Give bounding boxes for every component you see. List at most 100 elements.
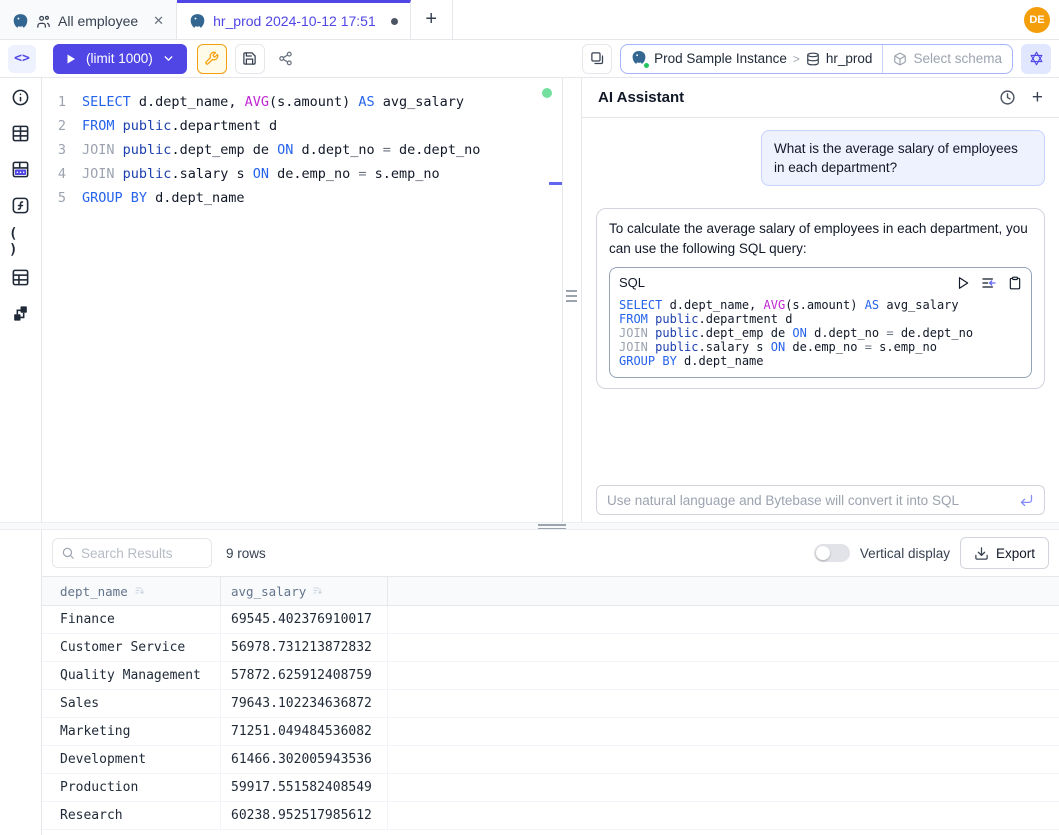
horizontal-splitter[interactable] — [0, 522, 1059, 530]
panel-title: AI Assistant — [598, 89, 684, 106]
sort-icon[interactable] — [312, 585, 324, 597]
table-row[interactable]: Sales79643.102234636872 — [42, 690, 1059, 718]
sort-icon[interactable] — [134, 585, 146, 597]
column-label: dept_name — [60, 584, 128, 599]
user-avatar[interactable]: DE — [1024, 7, 1050, 33]
overview-ruler-marker — [549, 182, 562, 185]
play-icon — [65, 53, 77, 65]
export-button[interactable]: Export — [960, 537, 1049, 569]
database-icon — [806, 52, 820, 66]
table-row[interactable]: Production59917.551582408549 — [42, 774, 1059, 802]
run-button-label: (limit 1000) — [86, 51, 153, 66]
code-line: SELECT d.dept_name, AVG(s.amount) AS avg… — [619, 298, 1022, 312]
editor-toolbar: <> (limit 1000) — [0, 40, 1059, 78]
table-row[interactable]: Quality Management57872.625912408759 — [42, 662, 1059, 690]
new-tab-button[interactable]: + — [411, 0, 453, 39]
code-line: 1SELECT d.dept_name, AVG(s.amount) AS av… — [42, 90, 562, 114]
ai-assistant-header: AI Assistant + — [582, 78, 1059, 118]
share-icon — [278, 51, 293, 66]
functions-icon[interactable] — [9, 194, 32, 217]
external-tables-icon[interactable] — [9, 266, 32, 289]
tab-hr-prod[interactable]: hr_prod 2024-10-12 17:51 — [177, 0, 411, 39]
history-clock-icon[interactable] — [999, 89, 1016, 106]
code-line: JOIN public.dept_emp de ON d.dept_no = d… — [619, 326, 1022, 340]
copy-icon[interactable] — [1008, 276, 1022, 290]
code-line: FROM public.department d — [619, 312, 1022, 326]
column-header-avg-salary[interactable]: avg_salary — [221, 577, 388, 605]
select-connection-button[interactable] — [582, 44, 612, 74]
vertical-display-label: Vertical display — [860, 546, 950, 561]
instance-name: Prod Sample Instance — [654, 51, 787, 66]
rail-spacer — [0, 530, 42, 835]
close-tab-icon[interactable]: ✕ — [153, 13, 164, 29]
query-status-dot — [542, 88, 552, 98]
connection-pill: Prod Sample Instance > hr_prod Select sc… — [620, 44, 1013, 74]
result-grid: dept_name avg_salary Finance69545.402376… — [42, 576, 1059, 835]
vertical-splitter[interactable] — [563, 78, 581, 522]
sample-data-icon[interactable] — [9, 158, 32, 181]
code-line: 3JOIN public.dept_emp de ON d.dept_no = … — [42, 138, 562, 162]
connection-database-selector[interactable]: Prod Sample Instance > hr_prod — [621, 45, 882, 73]
export-label: Export — [996, 546, 1035, 561]
tab-bar: All employee ✕ hr_prod 2024-10-12 17:51 … — [0, 0, 1059, 40]
ai-assistant-panel: AI Assistant + What is the average salar… — [581, 78, 1059, 522]
tables-icon[interactable] — [9, 122, 32, 145]
admin-wrench-button[interactable] — [197, 44, 227, 74]
code-language-label: SQL — [619, 273, 645, 293]
code-line: JOIN public.salary s ON de.emp_no = s.em… — [619, 340, 1022, 354]
run-code-icon[interactable] — [956, 276, 970, 290]
chevron-down-icon[interactable] — [162, 52, 175, 65]
ai-assistant-toggle-button[interactable] — [1021, 44, 1051, 74]
tab-label: hr_prod 2024-10-12 17:51 — [213, 13, 376, 29]
insert-into-editor-icon[interactable] — [981, 275, 997, 291]
save-icon — [242, 51, 257, 66]
table-row[interactable]: Development61466.302005943536 — [42, 746, 1059, 774]
column-header-dept-name[interactable]: dept_name — [42, 577, 221, 605]
share-button[interactable] — [271, 44, 301, 74]
bytebase-sql-editor: All employee ✕ hr_prod 2024-10-12 17:51 … — [0, 0, 1059, 835]
chat-messages: What is the average salary of employees … — [582, 118, 1059, 522]
code-panel-toggle-button[interactable]: <> — [8, 45, 36, 73]
table-row[interactable]: Customer Service56978.731213872832 — [42, 634, 1059, 662]
assistant-message-bubble: To calculate the average salary of emplo… — [596, 208, 1045, 389]
splitter-drag-handle[interactable] — [566, 290, 577, 302]
schema-placeholder: Select schema — [913, 51, 1002, 66]
schema-selector[interactable]: Select schema — [882, 45, 1012, 73]
ai-prompt-input[interactable] — [607, 493, 1011, 508]
search-results-box — [52, 538, 212, 568]
code-block-lines: SELECT d.dept_name, AVG(s.amount) AS avg… — [610, 295, 1031, 377]
code-line: 5GROUP BY d.dept_name — [42, 186, 562, 210]
vertical-display-toggle[interactable] — [814, 544, 850, 562]
submit-return-icon[interactable] — [1019, 493, 1034, 508]
search-results-input[interactable] — [81, 546, 203, 561]
save-sheet-button[interactable] — [235, 44, 265, 74]
tab-all-employee[interactable]: All employee ✕ — [0, 0, 177, 39]
connection-switch-icon — [590, 51, 605, 66]
info-icon[interactable] — [9, 86, 32, 109]
result-rows: Finance69545.402376910017Customer Servic… — [42, 606, 1059, 830]
table-row[interactable]: Finance69545.402376910017 — [42, 606, 1059, 634]
results-panel: 9 rows Vertical display Export dept_name — [0, 530, 1059, 835]
table-row[interactable]: Research60238.952517985612 — [42, 802, 1059, 830]
search-icon — [61, 546, 75, 560]
code-line: 2FROM public.department d — [42, 114, 562, 138]
result-grid-header: dept_name avg_salary — [42, 576, 1059, 606]
results-toolbar: 9 rows Vertical display Export — [42, 530, 1059, 576]
new-chat-icon[interactable]: + — [1032, 88, 1043, 107]
schema-diagram-icon[interactable] — [9, 302, 32, 325]
toolbar-right-group: Prod Sample Instance > hr_prod Select sc… — [574, 44, 1051, 74]
unsaved-dot — [391, 18, 398, 25]
table-row[interactable]: Marketing71251.049484536082 — [42, 718, 1059, 746]
run-query-button[interactable]: (limit 1000) — [53, 44, 187, 74]
postgres-icon — [631, 50, 648, 67]
code-line: 4JOIN public.salary s ON de.emp_no = s.e… — [42, 162, 562, 186]
postgres-icon — [189, 13, 206, 30]
sql-editor[interactable]: 1SELECT d.dept_name, AVG(s.amount) AS av… — [42, 78, 563, 522]
sql-code-block: SQL — [609, 267, 1032, 378]
procedures-icon[interactable]: ( ) — [9, 230, 32, 253]
code-line: GROUP BY d.dept_name — [619, 354, 1022, 368]
status-dot — [643, 62, 650, 69]
splitter-drag-handle[interactable] — [538, 524, 566, 529]
column-label: avg_salary — [231, 584, 306, 599]
left-icon-rail: ( ) — [0, 78, 42, 522]
